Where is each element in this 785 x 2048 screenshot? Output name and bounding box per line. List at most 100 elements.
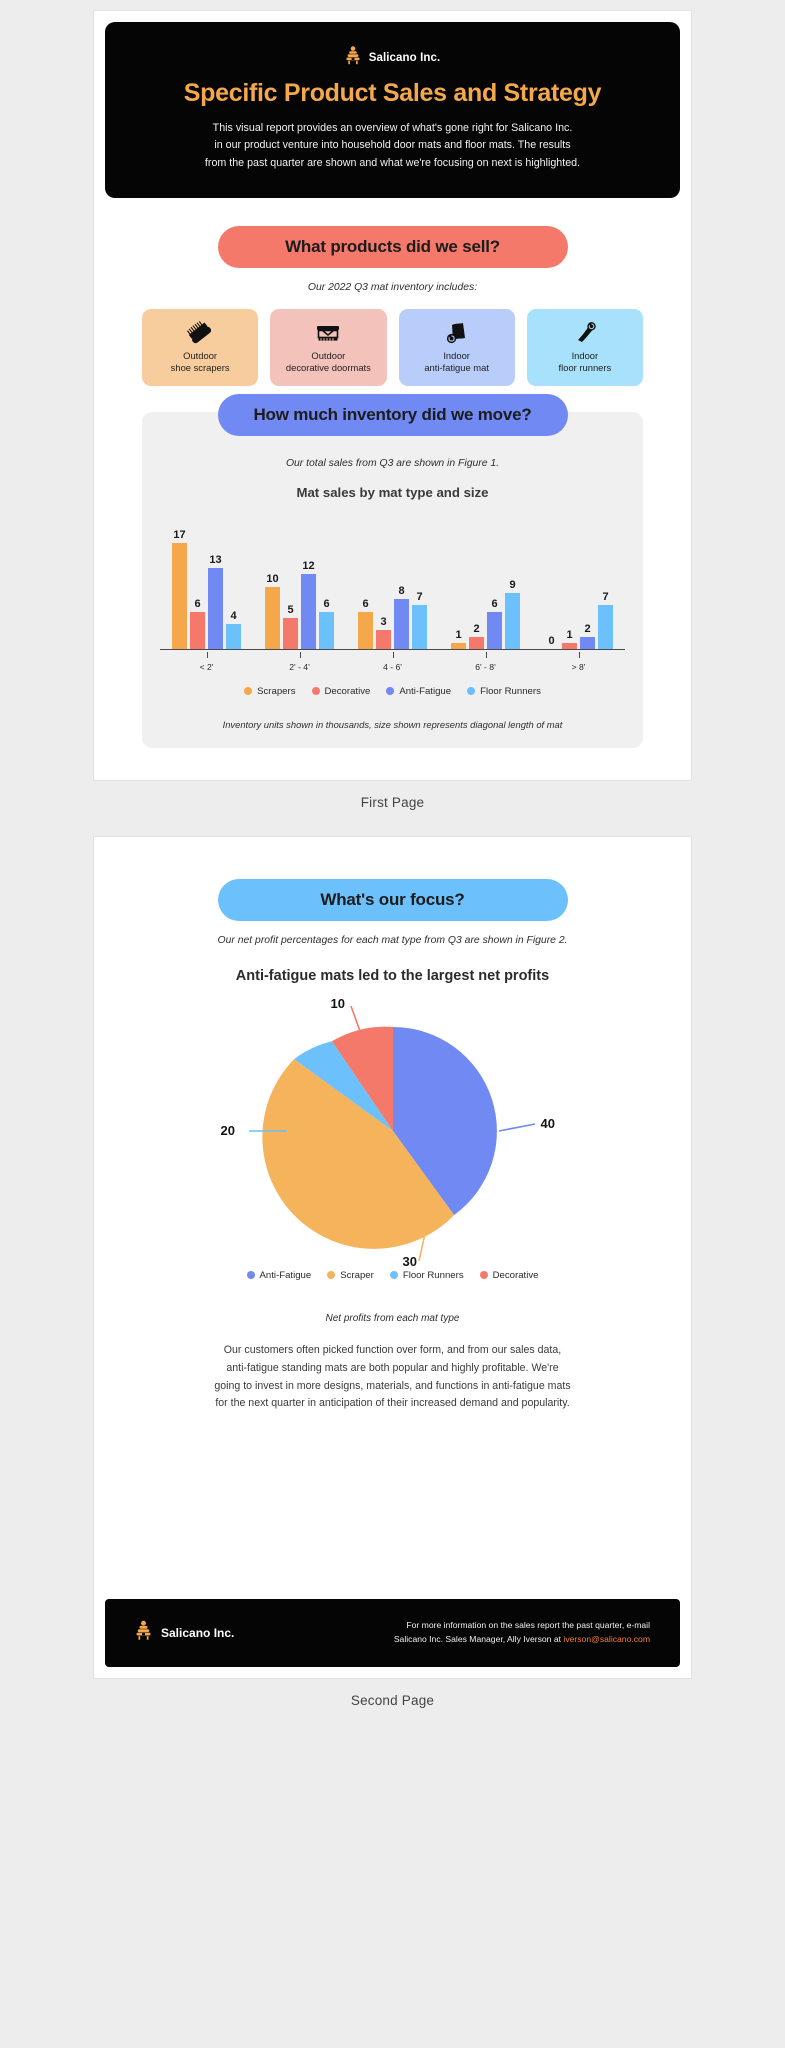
- bar-column: 6: [358, 516, 373, 649]
- pie-value-floor-runners: 20: [220, 1122, 235, 1138]
- legend-label: Floor Runners: [402, 1269, 464, 1281]
- bar-value-label: 10: [266, 572, 279, 585]
- bar-column: 17: [172, 516, 187, 649]
- x-axis-tick-label: 4 - 6': [346, 651, 439, 672]
- section-heading-focus: What's our focus?: [217, 878, 568, 921]
- pie-value-decorative: 10: [330, 995, 345, 1011]
- brand-name: Salicano Inc.: [368, 52, 441, 64]
- second-page-label: Second Page: [350, 1692, 435, 1708]
- bar-decorative: [469, 636, 484, 649]
- hero-description: This visual report provides an overview …: [139, 120, 646, 172]
- second-page-wrap: What's our focus? Our net profit percent…: [0, 826, 785, 1724]
- footer-contact-line-2: Salicano Inc. Sales Manager, Ally Iverso…: [394, 1633, 650, 1647]
- bar-value-label: 5: [287, 603, 294, 616]
- focus-note: Net profits from each mat type: [325, 1312, 460, 1324]
- product-card-line-1: Outdoor: [311, 349, 346, 361]
- legend-color-swatch: [327, 1271, 336, 1280]
- pie-leader-decorative: [349, 1005, 362, 1035]
- product-card-line-2: anti-fatigue mat: [424, 361, 489, 373]
- bar-scrapers: [358, 611, 373, 649]
- bar-floor-runners: [412, 605, 427, 649]
- product-card-line-1: Indoor: [443, 349, 470, 361]
- product-card-outdoor-shoe-scrapers[interactable]: Outdoor shoe scrapers: [142, 308, 259, 386]
- product-card-list: Outdoor shoe scrapers Outdoor decorative…: [94, 308, 691, 386]
- bar-column: 12: [301, 516, 316, 649]
- bar-value-label: 2: [584, 622, 591, 635]
- pie-legend-item[interactable]: Anti-Fatigue: [246, 1270, 311, 1281]
- first-page-wrap: Salicano Inc. Specific Product Sales and…: [0, 0, 785, 826]
- product-card-indoor-floor-runners[interactable]: Indoor floor runners: [526, 308, 643, 386]
- section-heading-inventory: How much inventory did we move?: [217, 393, 568, 436]
- bar-column: 13: [208, 516, 223, 649]
- bar-chart-x-ticks: < 2' 2' - 4' 4 - 6' 6' - 8' > 8': [160, 651, 625, 672]
- pie-leader-anti-fatigue: [498, 1123, 535, 1132]
- legend-label: Decorative: [324, 685, 371, 697]
- bar-column: 0: [544, 516, 559, 649]
- bar-chart-title: Mat sales by mat type and size: [296, 484, 489, 500]
- legend-color-swatch: [479, 1271, 488, 1280]
- hero-description-line-3: from the past quarter are shown and what…: [204, 156, 581, 169]
- inventory-caption: Our total sales from Q3 are shown in Fig…: [285, 457, 500, 469]
- first-page: Salicano Inc. Specific Product Sales and…: [93, 10, 692, 781]
- bar-value-label: 7: [602, 591, 609, 604]
- product-card-line-1: Outdoor: [183, 349, 218, 361]
- footer-email-link[interactable]: iverson@salicano.com: [563, 1634, 650, 1644]
- pie-chart-legend: Anti-Fatigue Scraper Floor Runners Decorati…: [94, 1270, 691, 1281]
- bar-value-label: 12: [302, 560, 315, 573]
- focus-body-line-1: Our customers often picked function over…: [223, 1343, 562, 1356]
- pie-chart-svg: [248, 1005, 535, 1262]
- bar-anti-fatigue: [394, 599, 409, 649]
- bar-anti-fatigue: [301, 574, 316, 649]
- floor-runner-icon: [572, 319, 598, 347]
- bar-value-label: 17: [173, 529, 186, 542]
- bar-floor-runners: [319, 611, 334, 649]
- focus-body-line-3: going to invest in more designs, materia…: [214, 1379, 571, 1392]
- x-axis-tick-label: < 2': [160, 651, 253, 672]
- legend-item[interactable]: Anti-Fatigue: [386, 686, 451, 697]
- bar-value-label: 1: [455, 628, 462, 641]
- bar-column: 2: [580, 516, 595, 649]
- bar-decorative: [190, 611, 205, 649]
- legend-label: Scraper: [340, 1269, 374, 1281]
- bar-floor-runners: [598, 605, 613, 649]
- bar-column: 6: [190, 516, 205, 649]
- focus-body-text: Our customers often picked function over…: [94, 1324, 691, 1413]
- product-card-label: Outdoor shoe scrapers: [171, 350, 230, 374]
- product-card-indoor-anti-fatigue-mat[interactable]: Indoor anti-fatigue mat: [398, 308, 515, 386]
- hero-description-line-1: This visual report provides an overview …: [212, 122, 573, 134]
- bar-value-label: 3: [380, 616, 387, 629]
- x-axis-tick-label: 6' - 8': [439, 651, 532, 672]
- x-axis-tick-label: 2' - 4': [253, 651, 346, 672]
- product-card-outdoor-decorative-doormats[interactable]: Outdoor decorative doormats: [270, 308, 387, 386]
- bar-scrapers: [265, 586, 280, 649]
- infographic-viewport: Salicano Inc. Specific Product Sales and…: [0, 0, 785, 1724]
- bar-column: 10: [265, 516, 280, 649]
- pie-legend-item[interactable]: Decorative: [479, 1270, 538, 1281]
- legend-color-swatch: [246, 1271, 255, 1280]
- product-card-line-2: floor runners: [558, 361, 612, 373]
- bar-chart-legend: Scrapers Decorative Anti-Fatigue Floor Runn…: [142, 686, 643, 697]
- legend-item[interactable]: Decorative: [311, 685, 371, 697]
- bar-column: 4: [226, 516, 241, 649]
- bar-value-label: 6: [323, 597, 330, 610]
- bar-value-label: 2: [473, 622, 480, 635]
- beehive-icon: [345, 46, 361, 70]
- bar-value-label: 7: [416, 591, 423, 604]
- footer-contact-line-1: For more information on the sales report…: [406, 1620, 650, 1631]
- pie-chart: 40 30 20 10: [183, 995, 603, 1269]
- bar-value-label: 1: [566, 628, 573, 641]
- bar-column: 7: [598, 516, 613, 649]
- legend-label: Scrapers: [257, 685, 296, 697]
- bar-decorative: [283, 617, 298, 649]
- bar-group: 1269: [439, 516, 532, 649]
- doormat-icon: [314, 319, 342, 347]
- pie-legend-item[interactable]: Floor Runners: [389, 1269, 464, 1281]
- bar-column: 7: [412, 516, 427, 649]
- legend-item[interactable]: Floor Runners: [467, 686, 541, 697]
- brand-row: Salicano Inc.: [139, 46, 646, 70]
- page-title: Specific Product Sales and Strategy: [183, 79, 602, 107]
- page-footer: Salicano Inc. For more information on th…: [105, 1599, 680, 1667]
- legend-item[interactable]: Scrapers: [244, 685, 296, 697]
- pie-legend-item[interactable]: Scraper: [327, 1270, 374, 1281]
- bar-group: 10 5 12 6: [253, 516, 346, 649]
